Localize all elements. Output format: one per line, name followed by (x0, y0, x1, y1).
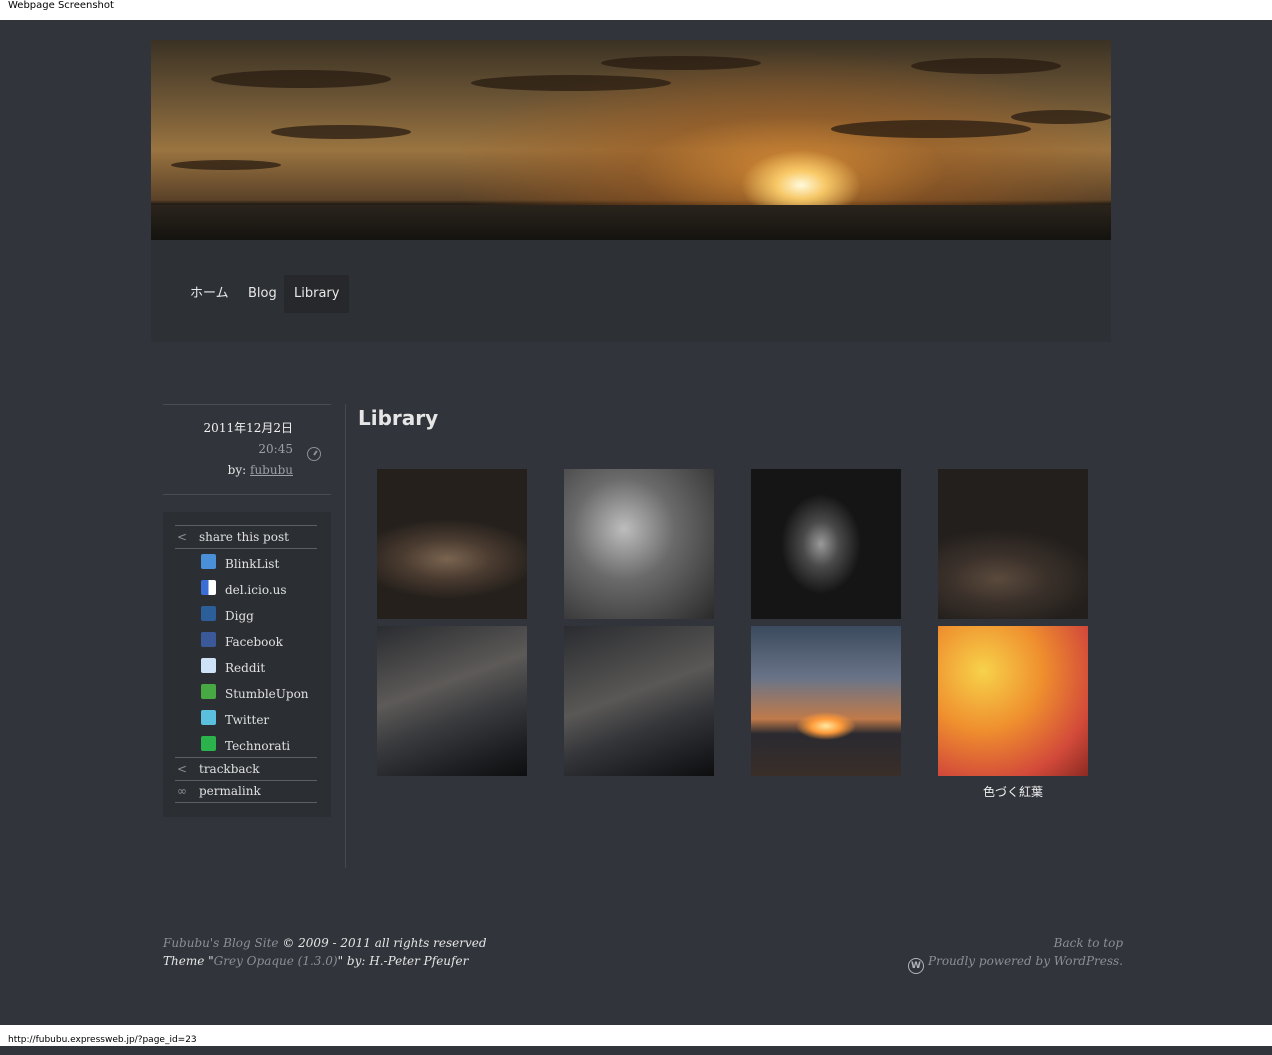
page-title: Library (358, 406, 439, 430)
share-panel: < share this post BlinkList del.icio.us … (163, 512, 331, 817)
by-label: by: (227, 463, 247, 477)
facebook-icon (201, 632, 216, 647)
share-digg[interactable]: Digg (175, 603, 317, 629)
delicious-icon (201, 580, 216, 595)
share-delicious[interactable]: del.icio.us (175, 577, 317, 603)
nav-item-library[interactable]: Library (284, 275, 350, 313)
nav-item-home[interactable]: ホーム (180, 275, 239, 313)
link-icon: ∞ (177, 784, 187, 798)
blinklist-icon (201, 554, 216, 569)
window-title-bar: Webpage Screenshot (0, 0, 1272, 20)
milky-way-horizon-thumbnail[interactable] (377, 626, 527, 776)
permalink-link[interactable]: ∞ permalink (175, 780, 317, 803)
nebula-thumbnail[interactable] (564, 469, 714, 619)
status-url: http://fububu.expressweb.jp/?page_id=23 (8, 1035, 197, 1045)
wordpress-icon: W (908, 958, 925, 974)
share-icon: < (176, 530, 188, 544)
autumn-leaves-thumbnail[interactable] (938, 626, 1088, 776)
theme-link[interactable]: Grey Opaque (1.3.0) (214, 954, 338, 968)
share-facebook[interactable]: Facebook (175, 629, 317, 655)
post-author: by: fububu (228, 463, 293, 477)
site-name-link[interactable]: Fububu's Blog Site (163, 936, 279, 950)
main-navigation: ホーム Blog Library (151, 240, 1111, 342)
clock-icon (307, 447, 321, 461)
post-date: 2011年12月2日 (203, 421, 293, 435)
share-technorati[interactable]: Technorati (175, 733, 317, 759)
share-twitter[interactable]: Twitter (175, 707, 317, 733)
share-reddit[interactable]: Reddit (175, 655, 317, 681)
stumbleupon-icon (201, 684, 216, 699)
trackback-link[interactable]: < trackback (175, 757, 317, 781)
trackback-icon: < (176, 762, 188, 776)
technorati-icon (201, 736, 216, 751)
post-meta: 2011年12月2日 20:45 by: fububu (163, 404, 331, 495)
digg-icon (201, 606, 216, 621)
share-blinklist[interactable]: BlinkList (175, 551, 317, 577)
heart-nebula-thumbnail[interactable] (751, 469, 901, 619)
twitter-icon (201, 710, 216, 725)
gallery-caption: 色づく紅葉 (982, 785, 1043, 799)
milky-way-thumbnail[interactable] (377, 469, 527, 619)
window-title: Webpage Screenshot (8, 0, 114, 11)
post-time: 20:45 (258, 442, 293, 456)
theme-suffix: " by: H.-Peter Pfeufer (337, 954, 469, 968)
footer-copyright: Fububu's Blog Site © 2009 - 2011 all rig… (163, 934, 487, 970)
content-divider (345, 404, 346, 868)
reddit-icon (201, 658, 216, 673)
status-bar: http://fububu.expressweb.jp/?page_id=23 (0, 1025, 1272, 1046)
back-to-top-link[interactable]: Back to top (1054, 936, 1123, 950)
header-banner-image[interactable] (151, 40, 1111, 240)
share-heading[interactable]: < share this post (175, 525, 317, 549)
author-link[interactable]: fububu (250, 463, 293, 477)
star-field-thumbnail[interactable] (938, 469, 1088, 619)
sunset-sea-thumbnail[interactable] (751, 626, 901, 776)
nav-item-blog[interactable]: Blog (238, 275, 287, 313)
milky-way-horizon-2-thumbnail[interactable] (564, 626, 714, 776)
share-stumbleupon[interactable]: StumbleUpon (175, 681, 317, 707)
powered-by-link[interactable]: Proudly powered by WordPress. (928, 954, 1123, 968)
footer-links: Back to top W Proudly powered by WordPres… (908, 934, 1123, 974)
copyright-text: © 2009 - 2011 all rights reserved (282, 936, 487, 950)
theme-prefix: Theme " (163, 954, 214, 968)
